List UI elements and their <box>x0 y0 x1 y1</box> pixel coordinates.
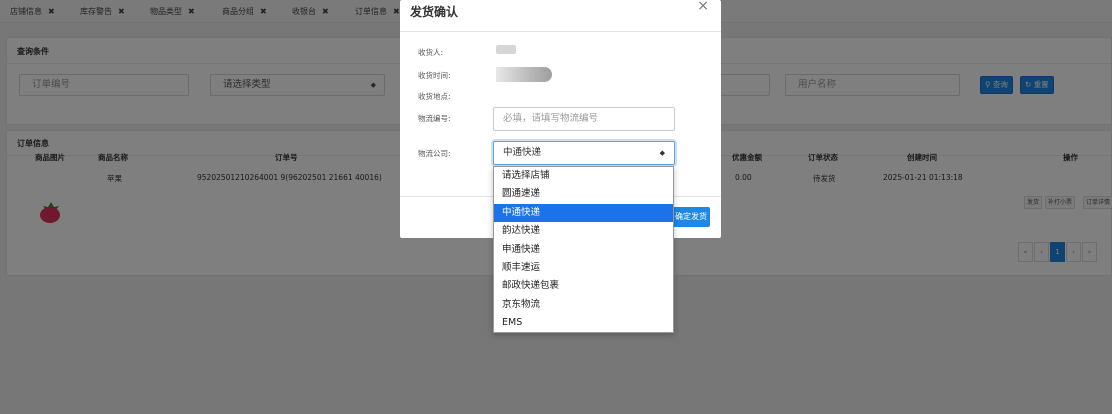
tracking-no-label: 物流编号: <box>418 114 451 123</box>
receive-time-value-redacted <box>496 67 552 82</box>
receive-address-label: 收货地点: <box>418 92 451 101</box>
close-icon[interactable]: × <box>697 0 709 14</box>
receiver-value-redacted <box>496 45 516 54</box>
option-ems[interactable]: EMS <box>494 314 673 332</box>
divider <box>400 31 721 32</box>
option-sf[interactable]: 顺丰速运 <box>494 259 673 277</box>
courier-select[interactable]: 中通快递 ◆ <box>493 141 675 165</box>
courier-dropdown-list: 请选择店铺 圆通速递 中通快递 韵达快递 申通快递 顺丰速运 邮政快递包裹 京东… <box>493 166 674 333</box>
receive-time-label: 收货时间: <box>418 71 451 80</box>
option-yto[interactable]: 圆通速递 <box>494 185 673 203</box>
dialog-title: 发货确认 <box>410 5 459 19</box>
option-sto[interactable]: 申通快递 <box>494 241 673 259</box>
option-select-store[interactable]: 请选择店铺 <box>494 167 673 185</box>
select-arrow-icon: ◆ <box>659 149 665 157</box>
option-post[interactable]: 邮政快递包裹 <box>494 277 673 295</box>
courier-select-value: 中通快递 <box>503 147 542 158</box>
tracking-no-input[interactable]: 必填，请填写物流编号 <box>493 107 675 131</box>
option-zto[interactable]: 中通快递 <box>494 203 673 223</box>
courier-label: 物流公司: <box>418 149 451 158</box>
option-yunda[interactable]: 韵达快递 <box>494 222 673 240</box>
option-jd[interactable]: 京东物流 <box>494 296 673 314</box>
receiver-label: 收货人: <box>418 48 444 57</box>
confirm-ship-button[interactable]: 确定发货 <box>670 207 710 227</box>
